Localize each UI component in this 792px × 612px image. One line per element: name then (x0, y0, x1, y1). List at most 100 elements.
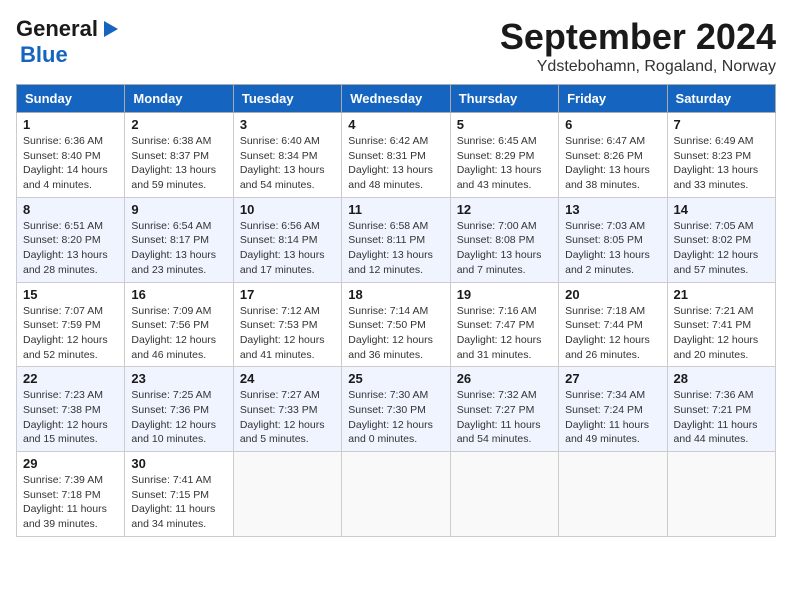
calendar-day-3: 3 Sunrise: 6:40 AM Sunset: 8:34 PM Dayli… (233, 113, 341, 198)
daylight-label: Daylight: 12 hours and 5 minutes. (240, 419, 325, 446)
day-detail: Sunrise: 6:56 AM Sunset: 8:14 PM Dayligh… (240, 219, 335, 278)
sunrise-label: Sunrise: 7:00 AM (457, 220, 537, 232)
sunset-label: Sunset: 8:14 PM (240, 234, 318, 246)
day-detail: Sunrise: 6:42 AM Sunset: 8:31 PM Dayligh… (348, 134, 443, 193)
sunrise-label: Sunrise: 7:21 AM (674, 305, 754, 317)
day-number: 16 (131, 287, 226, 302)
sunset-label: Sunset: 7:50 PM (348, 319, 426, 331)
logo: General Blue (16, 16, 120, 68)
sunset-label: Sunset: 7:33 PM (240, 404, 318, 416)
daylight-label: Daylight: 14 hours and 4 minutes. (23, 164, 108, 191)
sunset-label: Sunset: 7:15 PM (131, 489, 209, 501)
sunrise-label: Sunrise: 7:23 AM (23, 389, 103, 401)
day-number: 28 (674, 371, 769, 386)
empty-cell (667, 452, 775, 537)
sunset-label: Sunset: 7:27 PM (457, 404, 535, 416)
month-title: September 2024 (500, 16, 776, 58)
daylight-label: Daylight: 12 hours and 10 minutes. (131, 419, 216, 446)
day-number: 27 (565, 371, 660, 386)
daylight-label: Daylight: 11 hours and 44 minutes. (674, 419, 758, 446)
sunset-label: Sunset: 7:24 PM (565, 404, 643, 416)
calendar-day-4: 4 Sunrise: 6:42 AM Sunset: 8:31 PM Dayli… (342, 113, 450, 198)
calendar-day-1: 1 Sunrise: 6:36 AM Sunset: 8:40 PM Dayli… (17, 113, 125, 198)
sunrise-label: Sunrise: 7:25 AM (131, 389, 211, 401)
sunrise-label: Sunrise: 7:03 AM (565, 220, 645, 232)
day-number: 23 (131, 371, 226, 386)
calendar-week-2: 8 Sunrise: 6:51 AM Sunset: 8:20 PM Dayli… (17, 197, 776, 282)
sunrise-label: Sunrise: 7:39 AM (23, 474, 103, 486)
sunrise-label: Sunrise: 6:40 AM (240, 135, 320, 147)
daylight-label: Daylight: 11 hours and 49 minutes. (565, 419, 649, 446)
day-detail: Sunrise: 7:09 AM Sunset: 7:56 PM Dayligh… (131, 304, 226, 363)
empty-cell (233, 452, 341, 537)
sunset-label: Sunset: 7:44 PM (565, 319, 643, 331)
day-detail: Sunrise: 7:16 AM Sunset: 7:47 PM Dayligh… (457, 304, 552, 363)
calendar-day-6: 6 Sunrise: 6:47 AM Sunset: 8:26 PM Dayli… (559, 113, 667, 198)
day-detail: Sunrise: 6:45 AM Sunset: 8:29 PM Dayligh… (457, 134, 552, 193)
daylight-label: Daylight: 12 hours and 36 minutes. (348, 334, 433, 361)
calendar-day-7: 7 Sunrise: 6:49 AM Sunset: 8:23 PM Dayli… (667, 113, 775, 198)
sunrise-label: Sunrise: 6:51 AM (23, 220, 103, 232)
sunrise-label: Sunrise: 7:34 AM (565, 389, 645, 401)
sunrise-label: Sunrise: 6:36 AM (23, 135, 103, 147)
day-detail: Sunrise: 7:27 AM Sunset: 7:33 PM Dayligh… (240, 388, 335, 447)
calendar-day-13: 13 Sunrise: 7:03 AM Sunset: 8:05 PM Dayl… (559, 197, 667, 282)
sunset-label: Sunset: 8:26 PM (565, 150, 643, 162)
daylight-label: Daylight: 13 hours and 33 minutes. (674, 164, 759, 191)
page-header: General Blue September 2024 Ydstebohamn,… (16, 16, 776, 76)
calendar-day-24: 24 Sunrise: 7:27 AM Sunset: 7:33 PM Dayl… (233, 367, 341, 452)
sunset-label: Sunset: 8:08 PM (457, 234, 535, 246)
day-detail: Sunrise: 6:36 AM Sunset: 8:40 PM Dayligh… (23, 134, 118, 193)
sunrise-label: Sunrise: 6:56 AM (240, 220, 320, 232)
daylight-label: Daylight: 11 hours and 34 minutes. (131, 503, 215, 530)
day-number: 21 (674, 287, 769, 302)
daylight-label: Daylight: 13 hours and 7 minutes. (457, 249, 542, 276)
calendar-day-29: 29 Sunrise: 7:39 AM Sunset: 7:18 PM Dayl… (17, 452, 125, 537)
calendar-day-26: 26 Sunrise: 7:32 AM Sunset: 7:27 PM Dayl… (450, 367, 558, 452)
day-number: 30 (131, 456, 226, 471)
day-number: 10 (240, 202, 335, 217)
daylight-label: Daylight: 13 hours and 59 minutes. (131, 164, 216, 191)
sunset-label: Sunset: 8:05 PM (565, 234, 643, 246)
sunrise-label: Sunrise: 6:42 AM (348, 135, 428, 147)
day-detail: Sunrise: 7:21 AM Sunset: 7:41 PM Dayligh… (674, 304, 769, 363)
day-number: 3 (240, 117, 335, 132)
day-number: 7 (674, 117, 769, 132)
daylight-label: Daylight: 13 hours and 28 minutes. (23, 249, 108, 276)
sunset-label: Sunset: 7:18 PM (23, 489, 101, 501)
daylight-label: Daylight: 12 hours and 31 minutes. (457, 334, 542, 361)
day-detail: Sunrise: 7:18 AM Sunset: 7:44 PM Dayligh… (565, 304, 660, 363)
daylight-label: Daylight: 12 hours and 20 minutes. (674, 334, 759, 361)
daylight-label: Daylight: 13 hours and 17 minutes. (240, 249, 325, 276)
day-detail: Sunrise: 7:30 AM Sunset: 7:30 PM Dayligh… (348, 388, 443, 447)
daylight-label: Daylight: 12 hours and 41 minutes. (240, 334, 325, 361)
sunrise-label: Sunrise: 7:16 AM (457, 305, 537, 317)
daylight-label: Daylight: 13 hours and 23 minutes. (131, 249, 216, 276)
day-number: 20 (565, 287, 660, 302)
day-detail: Sunrise: 7:12 AM Sunset: 7:53 PM Dayligh… (240, 304, 335, 363)
sunset-label: Sunset: 8:23 PM (674, 150, 752, 162)
day-number: 24 (240, 371, 335, 386)
calendar-day-27: 27 Sunrise: 7:34 AM Sunset: 7:24 PM Dayl… (559, 367, 667, 452)
sunset-label: Sunset: 7:47 PM (457, 319, 535, 331)
day-number: 18 (348, 287, 443, 302)
day-number: 22 (23, 371, 118, 386)
sunrise-label: Sunrise: 6:47 AM (565, 135, 645, 147)
day-number: 9 (131, 202, 226, 217)
daylight-label: Daylight: 13 hours and 38 minutes. (565, 164, 650, 191)
day-detail: Sunrise: 7:39 AM Sunset: 7:18 PM Dayligh… (23, 473, 118, 532)
sunset-label: Sunset: 7:41 PM (674, 319, 752, 331)
calendar-day-5: 5 Sunrise: 6:45 AM Sunset: 8:29 PM Dayli… (450, 113, 558, 198)
sunrise-label: Sunrise: 6:58 AM (348, 220, 428, 232)
header-thursday: Thursday (450, 85, 558, 113)
empty-cell (559, 452, 667, 537)
sunrise-label: Sunrise: 7:36 AM (674, 389, 754, 401)
calendar-week-3: 15 Sunrise: 7:07 AM Sunset: 7:59 PM Dayl… (17, 282, 776, 367)
sunrise-label: Sunrise: 7:12 AM (240, 305, 320, 317)
day-detail: Sunrise: 7:23 AM Sunset: 7:38 PM Dayligh… (23, 388, 118, 447)
calendar-day-23: 23 Sunrise: 7:25 AM Sunset: 7:36 PM Dayl… (125, 367, 233, 452)
calendar-day-25: 25 Sunrise: 7:30 AM Sunset: 7:30 PM Dayl… (342, 367, 450, 452)
header-saturday: Saturday (667, 85, 775, 113)
day-detail: Sunrise: 6:38 AM Sunset: 8:37 PM Dayligh… (131, 134, 226, 193)
sunrise-label: Sunrise: 7:30 AM (348, 389, 428, 401)
